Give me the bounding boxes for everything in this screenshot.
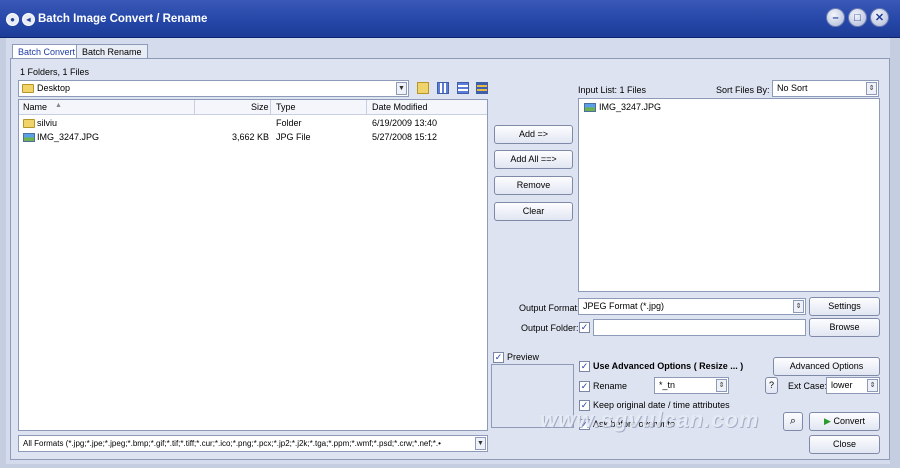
chevron-updown-icon[interactable]: ⇕ bbox=[866, 82, 877, 95]
rename-help-button[interactable]: ? bbox=[765, 377, 778, 394]
maximize-button[interactable]: □ bbox=[848, 8, 867, 27]
row-size: 3,662 KB bbox=[232, 132, 270, 142]
details-view-icon[interactable] bbox=[476, 82, 488, 94]
column-header-name[interactable]: Name bbox=[23, 102, 47, 112]
file-list[interactable]: Name ▲ Size Type Date Modified silviu Fo… bbox=[18, 99, 488, 431]
window-title: Batch Image Convert / Rename bbox=[38, 13, 208, 25]
sort-files-value: No Sort bbox=[777, 83, 808, 93]
row-name: silviu bbox=[37, 118, 58, 128]
output-folder-checkbox[interactable]: ✓ bbox=[579, 322, 590, 333]
output-folder-input[interactable] bbox=[593, 319, 806, 336]
play-icon: ▶ bbox=[824, 416, 831, 426]
sort-ascending-icon: ▲ bbox=[55, 102, 62, 109]
folder-up-icon[interactable] bbox=[417, 82, 429, 94]
column-header-type[interactable]: Type bbox=[276, 102, 296, 112]
table-row[interactable]: IMG_3247.JPG 3,662 KB JPG File 5/27/2008… bbox=[19, 131, 487, 144]
ext-case-label: Ext Case: bbox=[788, 381, 828, 391]
location-combo[interactable]: Desktop ▼ bbox=[18, 80, 409, 97]
rename-checkbox[interactable]: ✓ bbox=[579, 381, 590, 392]
app-icon: ◂ bbox=[22, 13, 35, 26]
sort-files-label: Sort Files By: bbox=[716, 85, 770, 95]
sort-files-combo[interactable]: No Sort ⇕ bbox=[772, 80, 879, 97]
thumbnail-view-icon[interactable] bbox=[437, 82, 449, 94]
remove-button[interactable]: Remove bbox=[494, 176, 573, 195]
minimize-button[interactable]: – bbox=[826, 8, 845, 27]
preview-label: Preview bbox=[507, 352, 540, 362]
output-folder-label: Output Folder: bbox=[521, 323, 579, 333]
preview-zoom-button[interactable]: ⌕ bbox=[783, 412, 803, 431]
input-list-label: Input List: 1 Files bbox=[578, 85, 646, 95]
image-file-icon bbox=[584, 103, 596, 112]
advanced-options-button[interactable]: Advanced Options bbox=[773, 357, 880, 376]
list-item-name: IMG_3247.JPG bbox=[599, 102, 662, 112]
preview-checkbox[interactable]: ✓ bbox=[493, 352, 504, 363]
clear-button[interactable]: Clear bbox=[494, 202, 573, 221]
rename-label: Rename bbox=[593, 381, 628, 391]
location-value: Desktop bbox=[37, 83, 71, 93]
chevron-updown-icon[interactable]: ⇕ bbox=[867, 379, 878, 392]
add-button[interactable]: Add => bbox=[494, 125, 573, 144]
output-format-label: Output Format: bbox=[519, 303, 580, 313]
input-list-label-text: Input List: bbox=[578, 85, 618, 95]
row-date: 5/27/2008 15:12 bbox=[372, 132, 438, 142]
row-name: IMG_3247.JPG bbox=[37, 132, 100, 142]
add-all-button[interactable]: Add All ==> bbox=[494, 150, 573, 169]
row-type: JPG File bbox=[276, 132, 311, 142]
tab-batch-rename[interactable]: Batch Rename bbox=[76, 44, 148, 59]
title-bar: ● ◂ Batch Image Convert / Rename – □ ✕ bbox=[0, 0, 900, 38]
input-list-count: 1 Files bbox=[619, 85, 647, 95]
ext-case-combo[interactable]: lower ⇕ bbox=[826, 377, 880, 394]
close-button[interactable]: Close bbox=[809, 435, 880, 454]
row-date: 6/19/2009 13:40 bbox=[372, 118, 438, 128]
column-header-size[interactable]: Size bbox=[251, 102, 269, 112]
folder-summary: 1 Folders, 1 Files bbox=[20, 67, 90, 77]
convert-label: Convert bbox=[833, 416, 865, 426]
column-header-date[interactable]: Date Modified bbox=[372, 102, 428, 112]
advanced-options-checkbox[interactable]: ✓ bbox=[579, 361, 590, 372]
input-list[interactable]: IMG_3247.JPG bbox=[578, 98, 880, 292]
list-view-icon[interactable] bbox=[457, 82, 469, 94]
format-filter-combo[interactable]: All Formats (*.jpg;*.jpe;*.jpeg;*.bmp;*.… bbox=[18, 435, 488, 452]
output-format-combo[interactable]: JPEG Format (*.jpg) ⇕ bbox=[578, 298, 806, 315]
ext-case-value: lower bbox=[831, 380, 853, 390]
close-window-button[interactable]: ✕ bbox=[870, 8, 889, 27]
chevron-down-icon[interactable]: ▼ bbox=[396, 82, 407, 95]
convert-button[interactable]: ▶ Convert bbox=[809, 412, 880, 431]
chevron-updown-icon[interactable]: ⇕ bbox=[793, 300, 804, 313]
chevron-updown-icon[interactable]: ⇕ bbox=[716, 379, 727, 392]
browse-button[interactable]: Browse bbox=[809, 318, 880, 337]
settings-button[interactable]: Settings bbox=[809, 297, 880, 316]
tab-batch-convert[interactable]: Batch Convert bbox=[12, 44, 82, 59]
watermark: www.sgvulcan.com bbox=[540, 407, 760, 432]
table-row[interactable]: silviu Folder 6/19/2009 13:40 bbox=[19, 117, 487, 130]
folder-icon bbox=[22, 84, 34, 93]
image-file-icon bbox=[23, 133, 35, 142]
folder-icon bbox=[23, 119, 35, 128]
format-filter-value: All Formats (*.jpg;*.jpe;*.jpeg;*.bmp;*.… bbox=[23, 439, 441, 448]
window-menu-icon[interactable]: ● bbox=[6, 13, 19, 26]
output-format-value: JPEG Format (*.jpg) bbox=[583, 301, 665, 311]
list-item[interactable]: IMG_3247.JPG bbox=[579, 101, 879, 114]
rename-pattern-value: *_tn bbox=[659, 380, 676, 390]
row-type: Folder bbox=[276, 118, 302, 128]
rename-pattern-combo[interactable]: *_tn ⇕ bbox=[654, 377, 729, 394]
file-list-header: Name ▲ Size Type Date Modified bbox=[19, 100, 487, 115]
advanced-options-label: Use Advanced Options ( Resize ... ) bbox=[593, 361, 744, 371]
chevron-down-icon[interactable]: ▼ bbox=[475, 437, 486, 450]
magnifier-icon: ⌕ bbox=[789, 415, 797, 427]
